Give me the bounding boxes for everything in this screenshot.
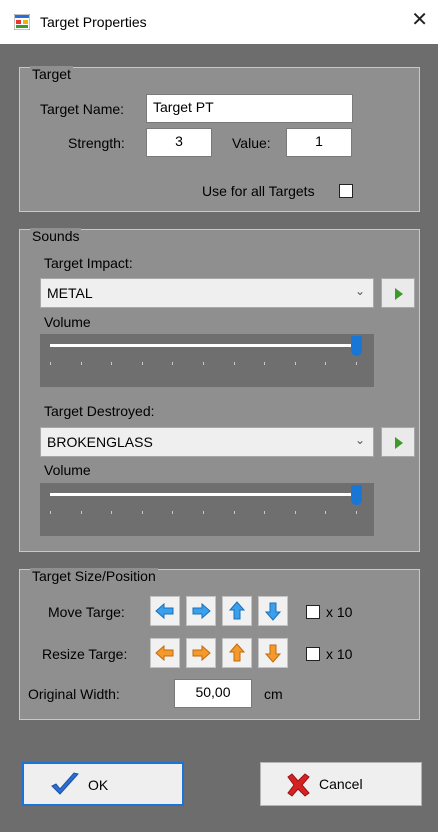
title-bar: Target Properties ✕ <box>0 0 438 44</box>
unit-label: cm <box>264 686 283 702</box>
impact-volume-label: Volume <box>44 314 91 330</box>
slider-tick <box>325 511 327 514</box>
slider-tick <box>111 362 113 365</box>
use-all-targets-label: Use for all Targets <box>202 183 315 199</box>
ok-label: OK <box>88 777 109 793</box>
impact-volume-thumb[interactable] <box>351 336 362 356</box>
target-destroyed-label: Target Destroyed: <box>44 403 155 419</box>
resize-right-button[interactable] <box>186 638 216 668</box>
use-all-targets-checkbox[interactable] <box>339 184 353 198</box>
slider-tick <box>172 362 174 365</box>
window-title: Target Properties <box>40 14 147 30</box>
destroyed-volume-thumb[interactable] <box>351 485 362 505</box>
arrow-right-icon <box>192 602 211 620</box>
impact-volume-slider[interactable] <box>40 334 374 387</box>
play-destroyed-button[interactable] <box>381 427 415 457</box>
slider-tick <box>325 362 327 365</box>
size-position-group: Target Size/Position Move Targe: x 10 Re… <box>19 568 420 720</box>
checkmark-icon <box>51 772 79 795</box>
slider-tick <box>356 511 357 514</box>
value-input[interactable]: 1 <box>286 128 352 157</box>
target-name-input[interactable]: Target PT <box>146 94 353 123</box>
play-icon <box>395 437 403 449</box>
resize-x10-checkbox[interactable] <box>306 647 320 661</box>
impact-volume-track <box>50 344 356 347</box>
slider-tick <box>294 511 296 514</box>
size-position-group-title: Target Size/Position <box>30 568 158 584</box>
target-impact-label: Target Impact: <box>44 255 133 271</box>
arrow-up-icon <box>228 643 246 662</box>
slider-tick <box>233 362 235 365</box>
chevron-down-icon: ⌄ <box>354 433 365 447</box>
slider-tick <box>356 362 357 365</box>
destroyed-volume-slider[interactable] <box>40 483 374 536</box>
chevron-down-icon: ⌄ <box>354 284 365 298</box>
arrow-left-icon <box>155 602 174 620</box>
slider-tick <box>50 511 51 514</box>
resize-left-button[interactable] <box>150 638 180 668</box>
arrow-down-icon <box>264 602 282 621</box>
cancel-label: Cancel <box>319 776 363 792</box>
strength-label: Strength: <box>68 135 125 151</box>
value-label: Value: <box>232 135 271 151</box>
slider-tick <box>50 362 51 365</box>
target-impact-select[interactable]: METAL ⌄ <box>40 278 374 308</box>
target-group: Target Target Name: Target PT Strength: … <box>19 66 420 212</box>
resize-x10-label: x 10 <box>326 646 353 662</box>
slider-tick <box>233 511 235 514</box>
move-right-button[interactable] <box>186 596 216 626</box>
move-x10-label: x 10 <box>326 604 353 620</box>
target-group-title: Target <box>30 66 73 82</box>
resize-target-label: Resize Targe: <box>42 646 128 662</box>
slider-tick <box>111 511 113 514</box>
slider-tick <box>80 511 82 514</box>
slider-tick <box>294 362 296 365</box>
move-target-label: Move Targe: <box>48 604 125 620</box>
resize-up-button[interactable] <box>222 638 252 668</box>
resize-down-button[interactable] <box>258 638 288 668</box>
slider-tick <box>203 362 204 365</box>
cancel-button[interactable]: Cancel <box>260 762 422 806</box>
target-destroyed-value: BROKENGLASS <box>47 434 153 450</box>
move-up-button[interactable] <box>222 596 252 626</box>
sounds-group-title: Sounds <box>30 228 82 244</box>
slider-tick <box>264 362 266 365</box>
move-x10-checkbox[interactable] <box>306 605 320 619</box>
arrow-down-icon <box>264 644 282 663</box>
slider-tick <box>203 511 204 514</box>
play-icon <box>395 288 403 300</box>
slider-tick <box>141 362 143 365</box>
arrow-right-icon <box>192 644 211 662</box>
sounds-group: Sounds Target Impact: METAL ⌄ Volume Tar… <box>19 228 420 552</box>
slider-tick <box>264 511 266 514</box>
move-down-button[interactable] <box>258 596 288 626</box>
destroyed-volume-track <box>50 493 356 496</box>
strength-input[interactable]: 3 <box>146 128 212 157</box>
original-width-label: Original Width: <box>28 686 120 702</box>
slider-tick <box>80 362 82 365</box>
slider-tick <box>141 511 143 514</box>
original-width-input[interactable]: 50,00 <box>174 679 252 708</box>
target-impact-value: METAL <box>47 285 93 301</box>
target-destroyed-select[interactable]: BROKENGLASS ⌄ <box>40 427 374 457</box>
arrow-left-icon <box>155 644 174 662</box>
destroyed-volume-label: Volume <box>44 462 91 478</box>
slider-tick <box>172 511 174 514</box>
move-left-button[interactable] <box>150 596 180 626</box>
target-name-label: Target Name: <box>40 101 125 117</box>
arrow-up-icon <box>228 601 246 620</box>
play-impact-button[interactable] <box>381 278 415 308</box>
app-icon <box>14 14 30 30</box>
x-mark-icon <box>287 773 310 797</box>
ok-button[interactable]: OK <box>22 762 184 806</box>
close-icon[interactable]: ✕ <box>411 10 428 30</box>
